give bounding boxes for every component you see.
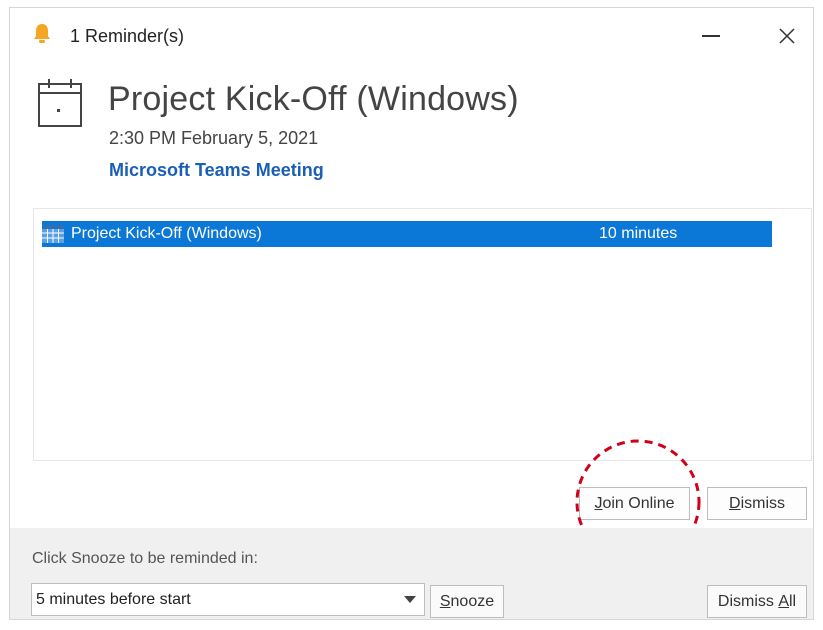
minimize-icon [702, 35, 720, 37]
dismiss-all-label-start: Dismiss [717, 592, 779, 610]
snooze-mnemonic: S [439, 592, 451, 610]
join-online-mnemonic: J [594, 494, 603, 512]
snooze-select-value: 5 minutes before start [36, 591, 191, 608]
snooze-panel: Click Snooze to be reminded in: 5 minute… [10, 528, 813, 619]
snooze-time-select[interactable]: 5 minutes before start [31, 583, 425, 616]
window-title: 1 Reminder(s) [70, 26, 185, 46]
meeting-datetime: 2:30 PM February 5, 2021 [109, 128, 319, 148]
dismiss-button[interactable]: Dismiss [707, 487, 807, 520]
dismiss-label: ismiss [740, 494, 785, 512]
snooze-hint: Click Snooze to be reminded in: [32, 550, 258, 567]
calendar-grid-icon [42, 225, 64, 243]
reminder-row-selected[interactable]: Project Kick-Off (Windows) 10 minutes [42, 221, 772, 247]
dismiss-all-mnemonic: A [778, 592, 789, 610]
title-bar: 1 Reminder(s) [10, 8, 813, 64]
minimize-button[interactable] [686, 18, 736, 54]
reminder-list[interactable]: Project Kick-Off (Windows) 10 minutes [33, 208, 812, 461]
close-button[interactable] [765, 18, 809, 54]
dismiss-all-label-end: ll [789, 592, 797, 610]
teams-meeting-link[interactable]: Microsoft Teams Meeting [109, 160, 324, 181]
dismiss-all-button[interactable]: Dismiss All [707, 585, 807, 618]
reminder-subject: Project Kick-Off (Windows) [71, 225, 262, 242]
meeting-subject: Project Kick-Off (Windows) [108, 80, 519, 118]
snooze-button[interactable]: Snooze [430, 585, 504, 618]
reminder-due-time: 10 minutes [599, 225, 678, 242]
chevron-down-icon [404, 596, 416, 603]
dismiss-mnemonic: D [729, 494, 741, 512]
join-online-label: oin Online [602, 494, 675, 512]
bell-icon [34, 24, 50, 43]
snooze-label: nooze [450, 592, 495, 610]
close-icon [779, 28, 795, 44]
calendar-icon [38, 79, 82, 127]
reminder-window: 1 Reminder(s) Project Kick-Off (Windows)… [9, 7, 814, 620]
join-online-button[interactable]: Join Online [579, 487, 690, 520]
